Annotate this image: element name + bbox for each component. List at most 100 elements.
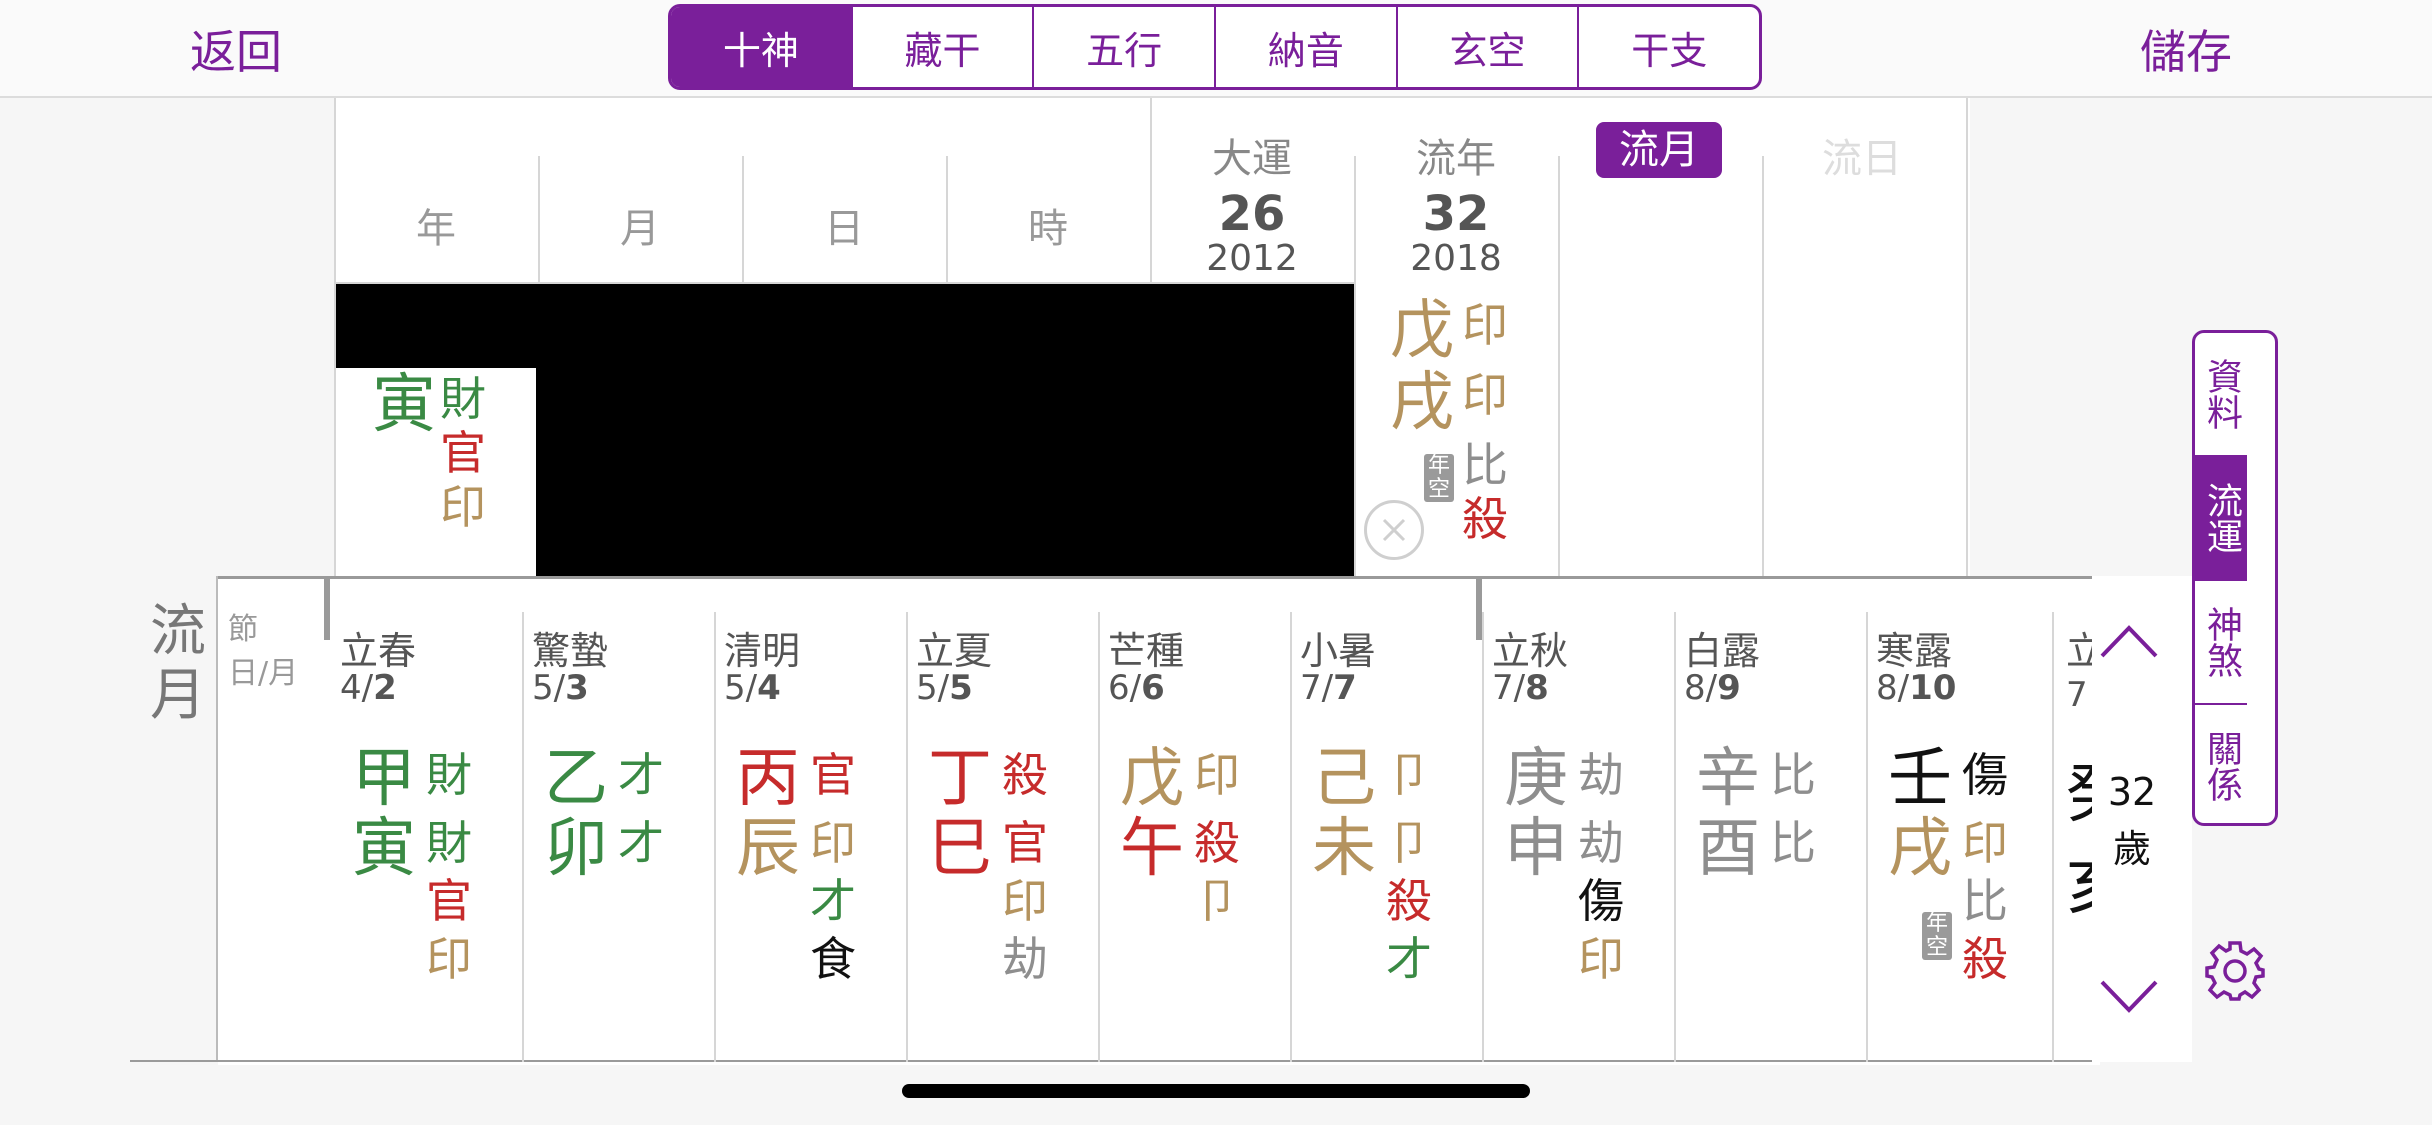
month-branch: 申 [1504, 812, 1568, 886]
branch-god: 卩 [1386, 816, 1432, 870]
side-tab-bar: 資料 流運 神煞 關係 [2192, 330, 2278, 826]
liunian-god: 比 [1462, 438, 1508, 492]
tab-liuyue[interactable]: 流月 [1596, 122, 1722, 178]
gear-icon[interactable] [2202, 938, 2268, 1004]
month-column[interactable]: 清明 5/4 丙辰官印才食 [714, 576, 906, 1062]
tab-nayin[interactable]: 納音 [1214, 7, 1396, 87]
branch-god: 印 [1578, 932, 1624, 986]
branch-god: 劫 [1002, 932, 1048, 986]
solar-term: 寒露 [1876, 629, 1953, 673]
month-branch: 酉 [1696, 812, 1760, 886]
solar-term: 立夏 [916, 629, 993, 673]
month-column[interactable]: 立夏 5/5 丁巳殺官印劫 [906, 576, 1098, 1062]
divider [1290, 612, 1292, 1062]
liunian-god: 印 [1462, 368, 1508, 422]
month-branch: 寅 [352, 812, 416, 886]
liunian-age: 32 [1422, 186, 1490, 242]
side-tab-relations[interactable]: 關係 [2195, 703, 2247, 823]
solar-term: 芒種 [1108, 629, 1185, 673]
close-icon[interactable] [1364, 500, 1424, 560]
branch-god: 官 [426, 874, 472, 928]
solar-term: 清明 [724, 629, 801, 673]
month-column[interactable]: 立春 4/2 甲寅財財官印 [330, 576, 522, 1062]
solar-term: 立春 [340, 629, 417, 673]
side-tab-profile[interactable]: 資料 [2195, 333, 2247, 455]
tab-xuankong[interactable]: 玄空 [1395, 7, 1578, 87]
stem-god: 印 [1194, 748, 1240, 802]
divider [216, 576, 218, 1062]
side-tab-shensha[interactable]: 神煞 [2195, 579, 2247, 703]
redacted-block [536, 366, 1354, 578]
term-date: 5/5 [916, 668, 973, 708]
divider [1098, 612, 1100, 1062]
divider [1762, 156, 1764, 578]
solar-term: 小暑 [1300, 629, 1377, 673]
tab-shishen[interactable]: 十神 [671, 7, 851, 87]
branch-god: 傷 [1578, 874, 1624, 928]
branch-god: 印 [426, 932, 472, 986]
side-tab-liuyun[interactable]: 流運 [2195, 455, 2247, 579]
divider [906, 612, 908, 1062]
month-stem: 己 [1312, 742, 1376, 816]
liunian-god: 印 [1462, 298, 1508, 352]
month-branch: 卯 [544, 812, 608, 886]
month-branch: 戌 [1888, 812, 1952, 886]
tab-ganzhi[interactable]: 干支 [1577, 7, 1759, 87]
branch-god: 財 [426, 816, 472, 870]
stem-god: 傷 [1962, 748, 2008, 802]
divider [1866, 612, 1868, 1062]
month-stem: 甲 [352, 742, 416, 816]
natal-year-god: 印 [440, 480, 486, 534]
month-column[interactable]: 立秋 7/8 庚申劫劫傷印 [1482, 576, 1674, 1062]
tab-canggan[interactable]: 藏干 [850, 7, 1033, 87]
dayun-year: 2012 [1206, 238, 1298, 279]
month-column[interactable]: 芒種 6/6 戊午印殺卩 [1098, 576, 1290, 1062]
divider [522, 612, 524, 1062]
term-date: 7/8 [1492, 668, 1549, 708]
branch-god: 印 [810, 816, 856, 870]
redacted-block [336, 284, 1354, 368]
term-header: 節 [228, 612, 258, 647]
liunian-year: 2018 [1410, 238, 1502, 279]
natal-year-god: 財 [440, 372, 486, 426]
save-button[interactable]: 儲存 [2140, 16, 2232, 82]
liunian-branch: 戌 [1390, 366, 1454, 440]
stem-god: 才 [618, 748, 664, 802]
tab-wuxing[interactable]: 五行 [1032, 7, 1214, 87]
chevron-up-icon[interactable] [2098, 622, 2160, 662]
month-branch: 巳 [928, 812, 992, 886]
liunian-label: 流年 [1416, 136, 1496, 182]
branch-god: 劫 [1578, 816, 1624, 870]
branch-god: 殺 [1386, 874, 1432, 928]
home-indicator [902, 1084, 1530, 1098]
age-number: 32 [2107, 770, 2157, 814]
month-column[interactable]: 小暑 7/7 己未卩卩殺才 [1290, 576, 1482, 1062]
branch-god: 官 [1002, 816, 1048, 870]
back-button[interactable]: 返回 [190, 16, 282, 82]
branch-god: 比 [1962, 874, 2008, 928]
month-column[interactable]: 白露 8/9 辛酉比比 [1674, 576, 1866, 1062]
branch-god: 殺 [1962, 932, 2008, 986]
stem-god: 比 [1770, 748, 1816, 802]
month-branch: 未 [1312, 812, 1376, 886]
tab-liuri[interactable]: 流日 [1762, 126, 1962, 184]
divider [714, 612, 716, 1062]
pillar-header-hour: 時 [1028, 206, 1068, 252]
stem-god: 財 [426, 748, 472, 802]
solar-term: 白露 [1684, 629, 1761, 673]
month-stem: 丁 [928, 742, 992, 816]
stem-god: 卩 [1386, 748, 1432, 802]
month-branch: 午 [1120, 812, 1184, 886]
month-column[interactable]: 寒露 8/10 壬戌傷印比殺年空 [1866, 576, 2058, 1062]
divider [2052, 612, 2054, 1062]
branch-god: 比 [1770, 816, 1816, 870]
divider [1558, 156, 1560, 578]
kongwang-badge: 年空 [1922, 912, 1952, 960]
month-column[interactable]: 驚蟄 5/3 乙卯才才 [522, 576, 714, 1062]
term-date: 5/3 [532, 668, 589, 708]
term-date: 4/2 [340, 668, 397, 708]
month-stem: 乙 [544, 742, 608, 816]
chevron-down-icon[interactable] [2098, 976, 2160, 1016]
liunian-stem: 戊 [1390, 294, 1454, 368]
term-date: 6/6 [1108, 668, 1165, 708]
